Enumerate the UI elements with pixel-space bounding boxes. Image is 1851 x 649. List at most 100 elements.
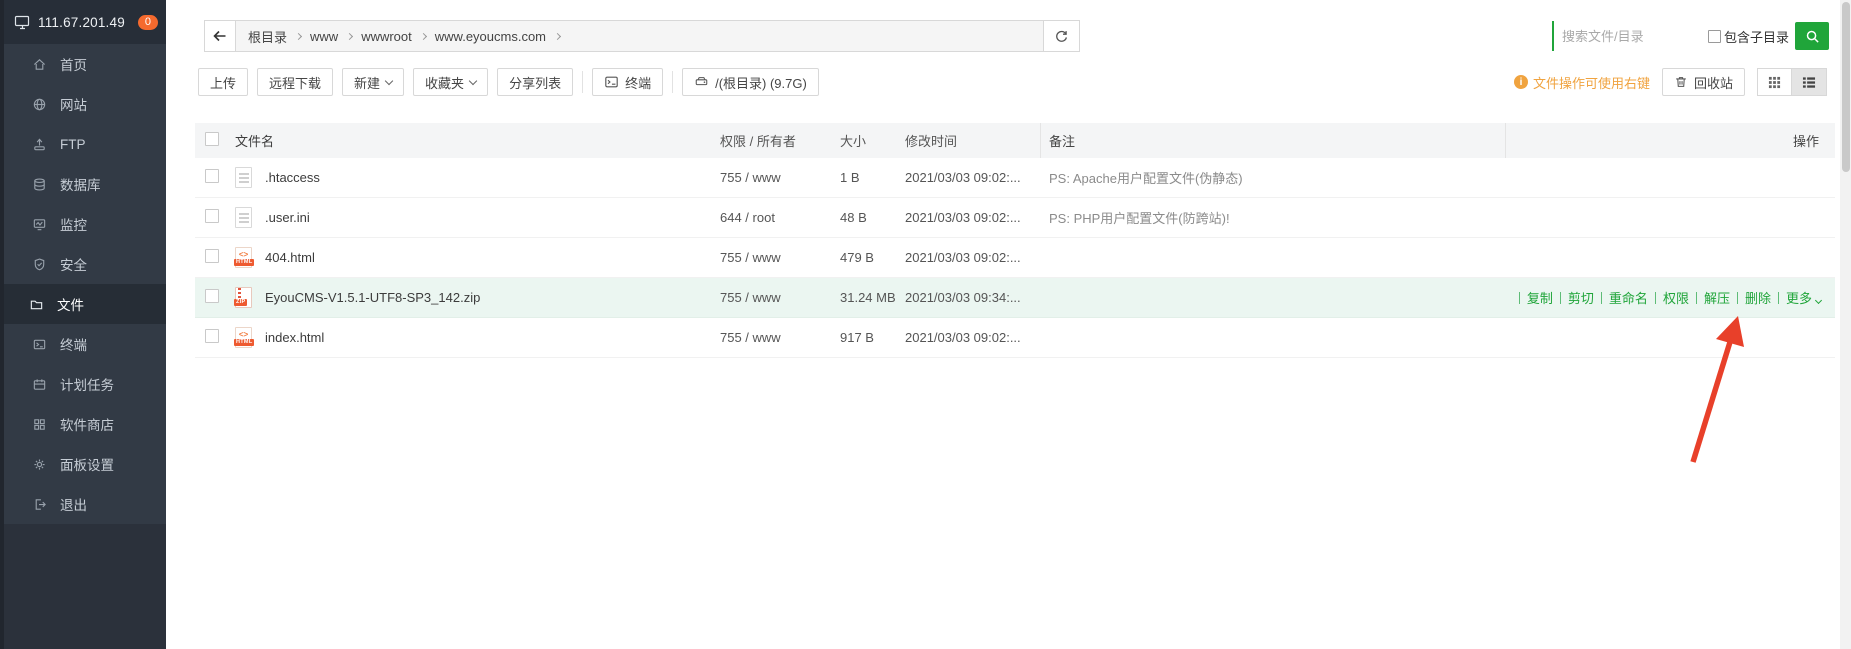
sidebar: 111.67.201.49 0 首页 网站 FTP 数据库 监控 xyxy=(0,0,166,649)
table-row[interactable]: .user.ini 644 / root 48 B 2021/03/03 09:… xyxy=(195,198,1835,238)
sidebar-item-monitor[interactable]: 监控 xyxy=(0,204,166,244)
row-checkbox[interactable] xyxy=(205,289,219,303)
monitor-server-icon xyxy=(14,14,31,30)
delete-action[interactable]: 删除 xyxy=(1745,288,1771,307)
header-size[interactable]: 大小 xyxy=(840,131,905,150)
main-content: 根目录 www wwwroot www.eyoucms.com 包含子目录 xyxy=(166,0,1851,649)
shield-check-icon xyxy=(32,257,47,272)
more-action[interactable]: 更多 xyxy=(1786,288,1821,307)
home-icon xyxy=(32,57,47,72)
unzip-action[interactable]: 解压 xyxy=(1704,288,1730,307)
action-divider xyxy=(1696,292,1697,304)
copy-action[interactable]: 复制 xyxy=(1527,288,1553,307)
file-name[interactable]: .user.ini xyxy=(265,210,310,225)
search-icon xyxy=(1805,29,1820,44)
refresh-button[interactable] xyxy=(1044,20,1080,52)
message-count-badge[interactable]: 0 xyxy=(138,15,158,30)
breadcrumb: 根目录 www wwwroot www.eyoucms.com xyxy=(236,20,1044,52)
page-scrollbar[interactable] xyxy=(1840,0,1851,649)
sidebar-item-ftp[interactable]: FTP xyxy=(0,124,166,164)
breadcrumb-root[interactable]: 根目录 xyxy=(248,27,287,46)
chevron-down-icon xyxy=(469,76,477,84)
sidebar-bottom-filler xyxy=(0,524,166,649)
search-button[interactable] xyxy=(1795,22,1829,50)
monitor-chart-icon xyxy=(32,217,47,232)
file-note[interactable]: PS: Apache用户配置文件(伪静态) xyxy=(1040,168,1505,187)
permission-action[interactable]: 权限 xyxy=(1663,288,1689,307)
upload-button[interactable]: 上传 xyxy=(198,68,248,96)
ftp-transfer-icon xyxy=(32,137,47,152)
right-click-hint: i 文件操作可使用右键 xyxy=(1514,73,1650,92)
sidebar-item-terminal[interactable]: 终端 xyxy=(0,324,166,364)
file-mtime: 2021/03/03 09:02:... xyxy=(905,330,1040,345)
file-name[interactable]: EyouCMS-V1.5.1-UTF8-SP3_142.zip xyxy=(265,290,480,305)
breadcrumb-site-dir[interactable]: www.eyoucms.com xyxy=(435,29,546,44)
sidebar-item-files[interactable]: 文件 xyxy=(0,284,166,324)
sidebar-item-home[interactable]: 首页 xyxy=(0,44,166,84)
path-bar: 根目录 www wwwroot www.eyoucms.com xyxy=(204,20,1080,52)
rename-action[interactable]: 重命名 xyxy=(1609,288,1648,307)
sidebar-item-security[interactable]: 安全 xyxy=(0,244,166,284)
terminal-button-icon xyxy=(604,75,619,89)
breadcrumb-separator-icon xyxy=(346,33,353,40)
table-row[interactable]: <>HTML 404.html 755 / www 479 B 2021/03/… xyxy=(195,238,1835,278)
row-checkbox[interactable] xyxy=(205,249,219,263)
sidebar-item-database[interactable]: 数据库 xyxy=(0,164,166,204)
row-checkbox[interactable] xyxy=(205,329,219,343)
grid-view-button[interactable] xyxy=(1757,68,1792,96)
terminal-icon xyxy=(32,337,47,352)
file-name[interactable]: index.html xyxy=(265,330,324,345)
file-mtime: 2021/03/03 09:34:... xyxy=(905,290,1040,305)
sidebar-item-website[interactable]: 网站 xyxy=(0,84,166,124)
root-disk-button[interactable]: /(根目录) (9.7G) xyxy=(682,68,819,96)
recycle-bin-button[interactable]: 回收站 xyxy=(1662,68,1745,96)
toolbar-right: i 文件操作可使用右键 回收站 xyxy=(1514,68,1827,96)
header-actions: 操作 xyxy=(1505,123,1835,158)
row-checkbox[interactable] xyxy=(205,209,219,223)
file-perm: 755 / www xyxy=(720,170,840,185)
sidebar-item-app-store[interactable]: 软件商店 xyxy=(0,404,166,444)
database-icon xyxy=(32,177,47,192)
new-button[interactable]: 新建 xyxy=(342,68,404,96)
gear-icon xyxy=(32,457,47,472)
scrollbar-thumb[interactable] xyxy=(1842,2,1850,172)
zip-file-icon: ZIP xyxy=(235,287,252,308)
sidebar-item-logout[interactable]: 退出 xyxy=(0,484,166,524)
back-arrow-icon xyxy=(212,28,228,44)
breadcrumb-www[interactable]: www xyxy=(310,29,338,44)
action-divider xyxy=(1560,292,1561,304)
file-mtime: 2021/03/03 09:02:... xyxy=(905,210,1040,225)
header-perm-owner[interactable]: 权限 / 所有者 xyxy=(720,131,840,150)
header-mtime[interactable]: 修改时间 xyxy=(905,131,1040,150)
search-input[interactable] xyxy=(1552,21,1702,51)
breadcrumb-wwwroot[interactable]: wwwroot xyxy=(361,29,412,44)
select-all-checkbox[interactable] xyxy=(205,132,219,146)
remote-download-button[interactable]: 远程下载 xyxy=(257,68,333,96)
table-row[interactable]: <>HTML index.html 755 / www 917 B 2021/0… xyxy=(195,318,1835,358)
refresh-icon xyxy=(1054,29,1069,44)
server-ip: 111.67.201.49 xyxy=(38,15,125,30)
app-grid-icon xyxy=(32,417,47,432)
back-button[interactable] xyxy=(204,20,236,52)
folder-icon xyxy=(29,297,44,312)
header-filename[interactable]: 文件名 xyxy=(235,131,720,150)
sidebar-item-cron[interactable]: 计划任务 xyxy=(0,364,166,404)
file-perm: 755 / www xyxy=(720,330,840,345)
sidebar-item-panel-settings[interactable]: 面板设置 xyxy=(0,444,166,484)
terminal-button[interactable]: 终端 xyxy=(592,68,663,96)
file-note[interactable]: PS: PHP用户配置文件(防跨站)! xyxy=(1040,208,1505,227)
include-subdir-checkbox[interactable] xyxy=(1708,30,1721,43)
favorites-button[interactable]: 收藏夹 xyxy=(413,68,488,96)
action-divider xyxy=(1778,292,1779,304)
list-view-button[interactable] xyxy=(1792,68,1827,96)
table-row[interactable]: .htaccess 755 / www 1 B 2021/03/03 09:02… xyxy=(195,158,1835,198)
grid-view-icon xyxy=(1768,76,1781,89)
share-list-button[interactable]: 分享列表 xyxy=(497,68,573,96)
file-size: 479 B xyxy=(840,250,905,265)
disk-drive-icon xyxy=(694,75,709,89)
file-name[interactable]: .htaccess xyxy=(265,170,320,185)
table-row-selected[interactable]: ZIP EyouCMS-V1.5.1-UTF8-SP3_142.zip 755 … xyxy=(195,278,1835,318)
file-name[interactable]: 404.html xyxy=(265,250,315,265)
row-checkbox[interactable] xyxy=(205,169,219,183)
cut-action[interactable]: 剪切 xyxy=(1568,288,1594,307)
